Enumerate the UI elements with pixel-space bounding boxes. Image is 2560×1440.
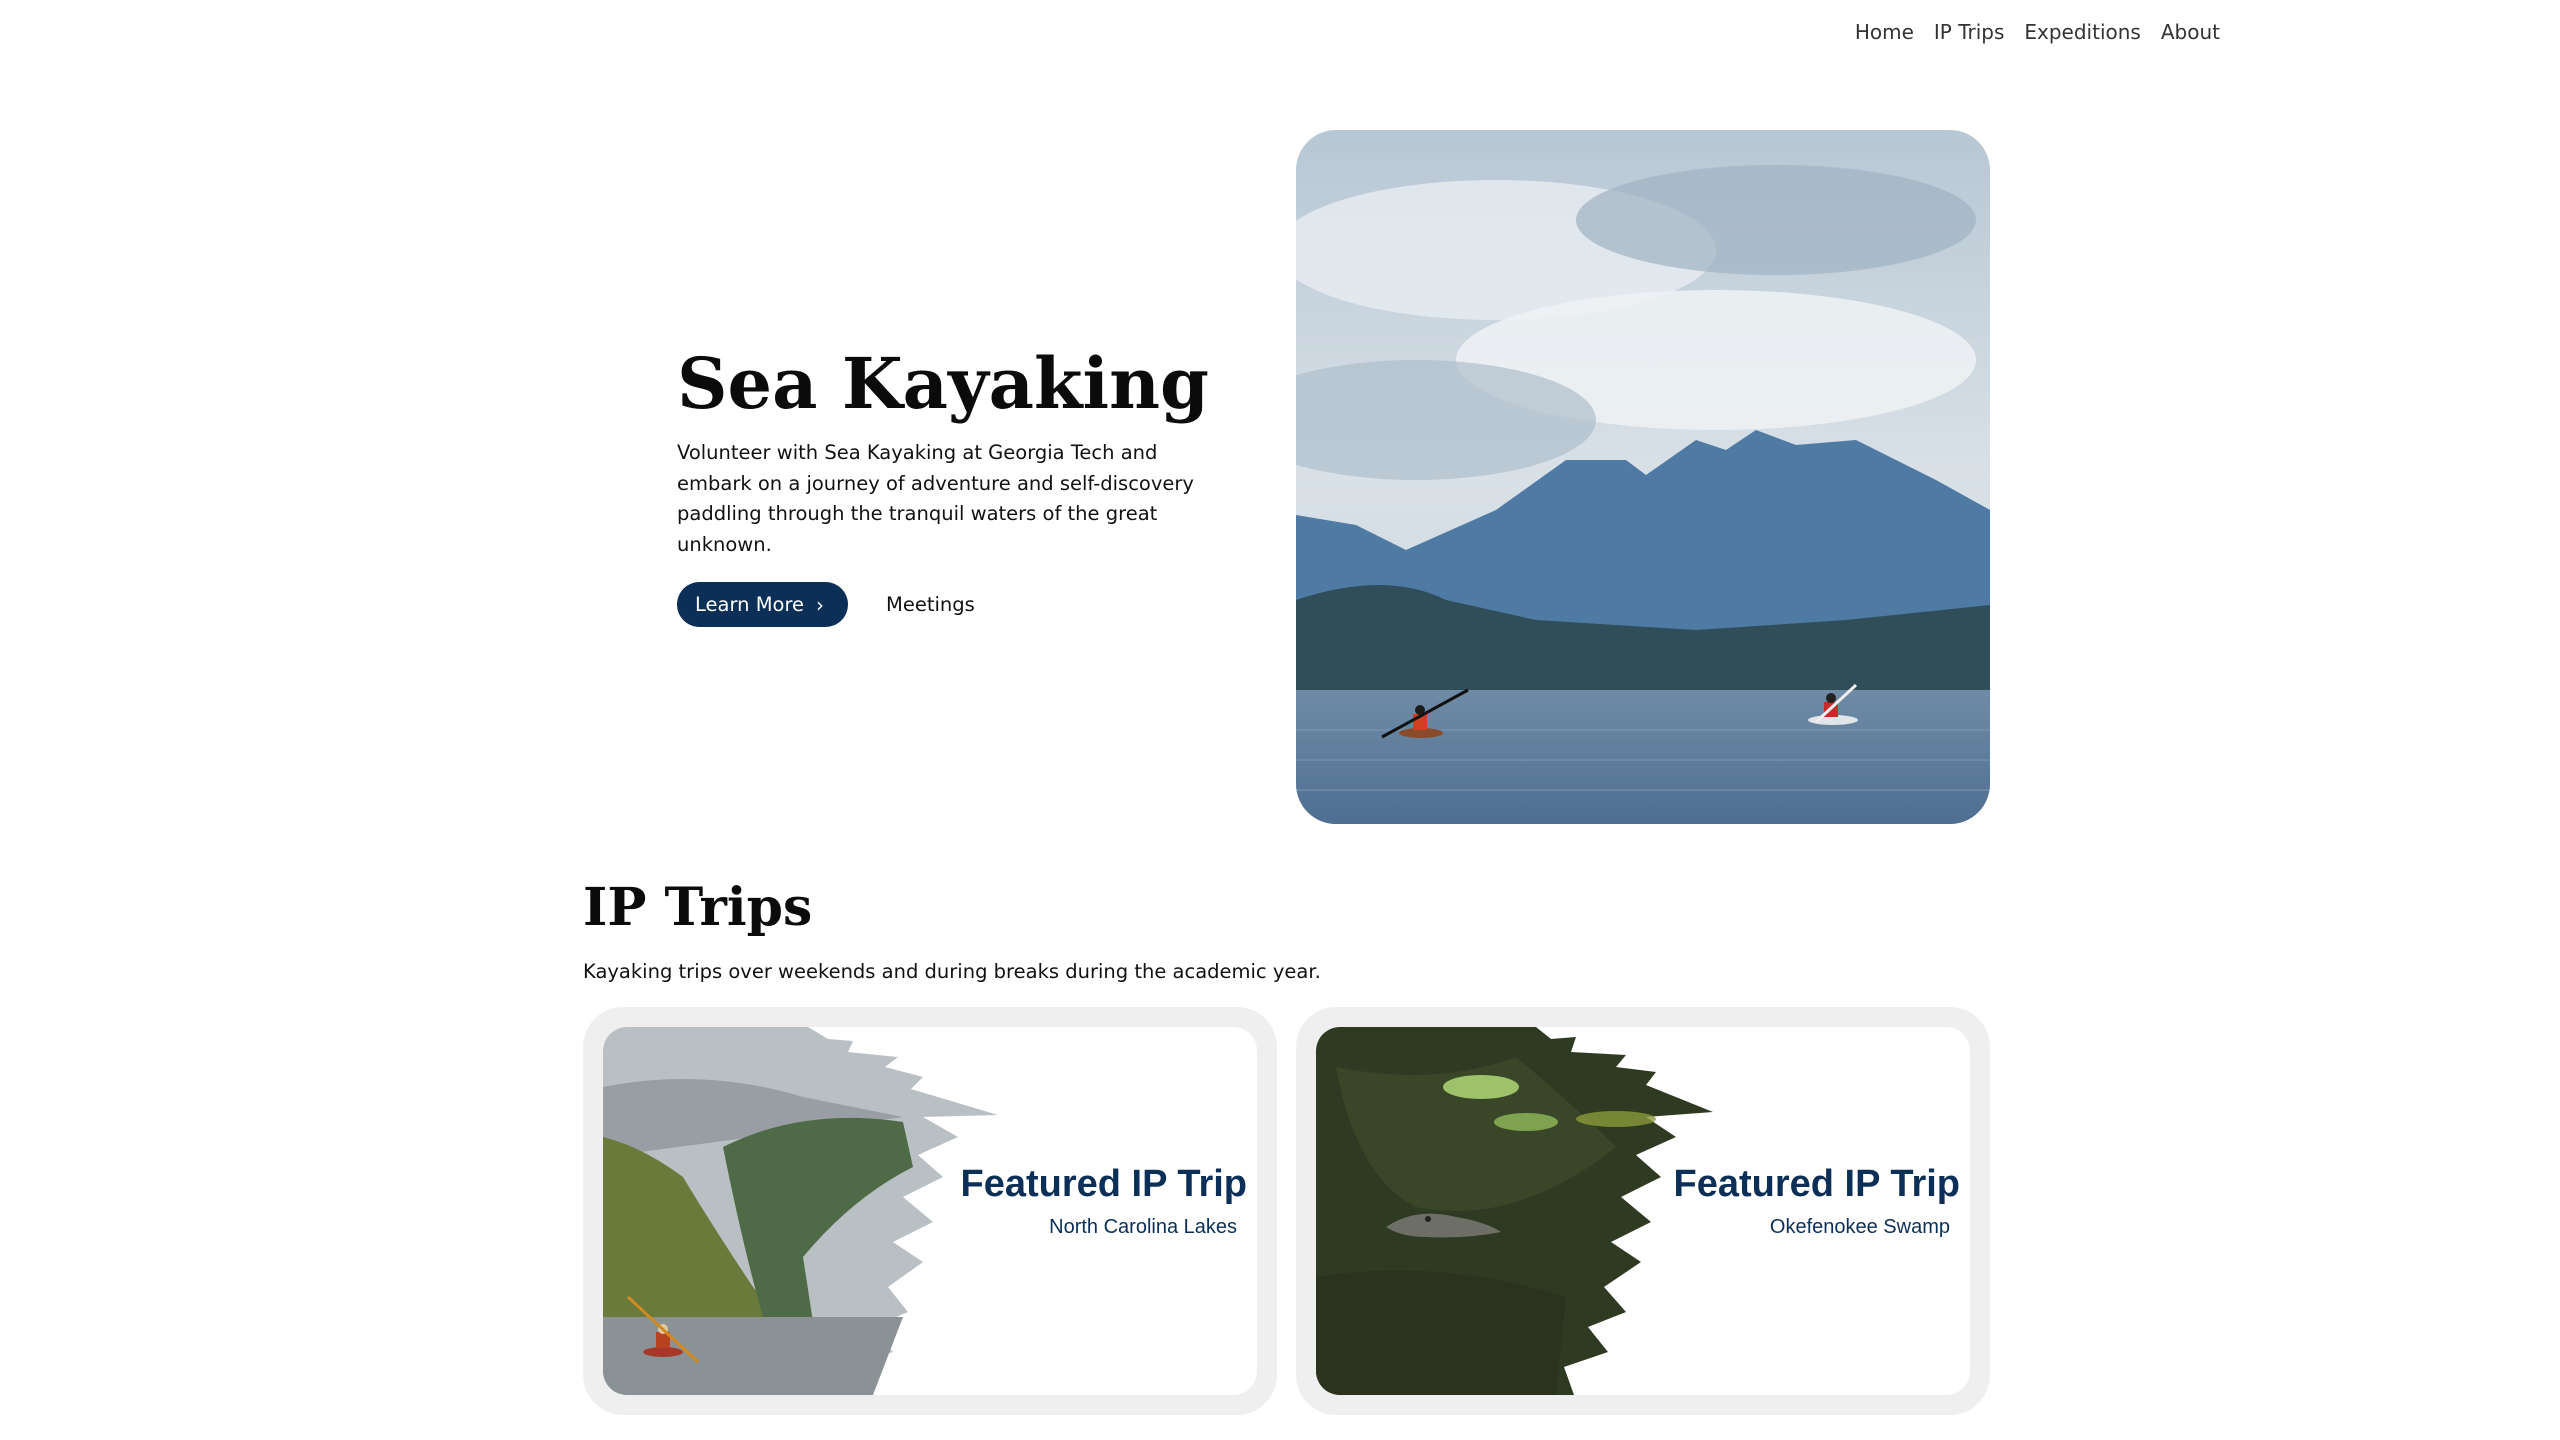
card-title: Featured IP Trip (1673, 1163, 1960, 1205)
learn-more-button[interactable]: Learn More › (677, 582, 849, 627)
top-nav: Home IP Trips Expeditions About (1855, 20, 2220, 44)
card-subtitle: North Carolina Lakes (1049, 1216, 1237, 1238)
okefenokee-swamp-photo (1316, 1027, 1713, 1395)
card-text: Featured IP Trip Okefenokee Swamp (1674, 1163, 1960, 1239)
ip-trips-description: Kayaking trips over weekends and during … (583, 960, 1321, 983)
chevron-right-icon: › (816, 592, 825, 617)
nav-home[interactable]: Home (1855, 20, 1914, 44)
card-text: Featured IP Trip North Carolina Lakes (961, 1163, 1247, 1239)
card-inner: Featured IP Trip North Carolina Lakes (603, 1027, 1257, 1395)
hero-actions: Learn More › Meetings (677, 582, 1237, 627)
card-title: Featured IP Trip (960, 1163, 1247, 1205)
hero-kayak-photo (1296, 130, 1990, 824)
ip-trips-title: IP Trips (583, 877, 813, 938)
nav-expeditions[interactable]: Expeditions (2024, 20, 2140, 44)
ip-trip-card-nc-lakes[interactable]: Featured IP Trip North Carolina Lakes (583, 1007, 1277, 1415)
card-subtitle: Okefenokee Swamp (1769, 1216, 1950, 1238)
card-inner: Featured IP Trip Okefenokee Swamp (1316, 1027, 1970, 1395)
nav-about[interactable]: About (2161, 20, 2220, 44)
learn-more-label: Learn More (695, 593, 805, 616)
kayak-lake-illustration (1296, 130, 1990, 824)
nc-lakes-photo (603, 1027, 998, 1395)
hero-description: Volunteer with Sea Kayaking at Georgia T… (677, 441, 1194, 556)
hero-section: Sea Kayaking Volunteer with Sea Kayaking… (677, 345, 1237, 627)
hero-title: Sea Kayaking (677, 342, 1209, 425)
meetings-link[interactable]: Meetings (886, 593, 975, 616)
ip-trip-card-okefenokee[interactable]: Featured IP Trip Okefenokee Swamp (1296, 1007, 1990, 1415)
nav-ip-trips[interactable]: IP Trips (1934, 20, 2005, 44)
